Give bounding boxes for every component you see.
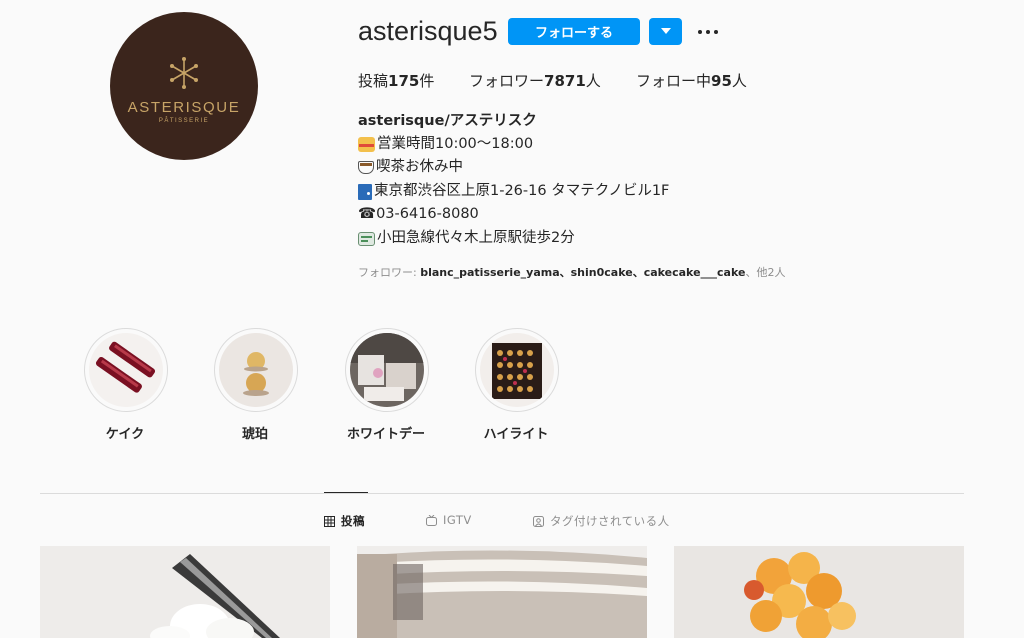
bio-phone-text[interactable]: 03-6416-8080 <box>376 203 479 227</box>
tabs-divider <box>40 493 964 494</box>
dot-icon <box>706 30 710 34</box>
posts-label: 投稿 <box>358 72 389 90</box>
avatar-subbrand-text: PÂTISSERIE <box>158 118 210 124</box>
tagged-user-icon <box>533 515 544 527</box>
tab-igtv[interactable]: IGTV <box>426 513 472 527</box>
posts-suffix: 件 <box>419 72 435 90</box>
profile-username: asterisque5 <box>358 16 498 46</box>
chevron-down-icon <box>661 28 671 34</box>
tab-tagged-label: タグ付けされている人 <box>550 514 670 528</box>
door-icon <box>358 183 372 200</box>
highlight-white-day-label[interactable]: ホワイトデー <box>326 423 446 442</box>
bio-line-access: 小田急線代々木上原駅徒歩2分 <box>358 227 575 251</box>
more-options-button[interactable] <box>696 18 720 45</box>
tab-igtv-label: IGTV <box>443 513 472 527</box>
post-thumbnail[interactable] <box>357 546 647 638</box>
bio-cafe-text: 喫茶お休み中 <box>376 159 463 175</box>
highlight-white-day-thumb <box>350 333 424 407</box>
tab-posts-label: 投稿 <box>341 514 365 528</box>
grid-icon <box>324 515 335 527</box>
coffee-cup-icon <box>358 161 374 175</box>
bio-line-hours: 営業時間10:00～18:00 <box>358 133 533 157</box>
suggestions-dropdown-button[interactable] <box>649 18 682 45</box>
followers-suffix: 人 <box>585 72 601 90</box>
highlight-highlight-thumb <box>480 333 554 407</box>
highlight-highlight[interactable] <box>475 328 559 412</box>
phone-icon: ☎ <box>358 206 377 222</box>
profile-avatar[interactable]: ASTERISQUE PÂTISSERIE <box>110 12 258 160</box>
bio-line-cafe: 喫茶お休み中 <box>358 156 463 180</box>
followers-label: フォロワー <box>469 72 545 90</box>
followers-count-stat[interactable]: フォロワー7871人 <box>469 70 601 91</box>
posts-count: 175 <box>388 72 420 90</box>
posts-count-stat: 投稿175件 <box>358 70 434 91</box>
avatar-brand-text: ASTERISQUE <box>127 99 241 116</box>
highlight-amber-label[interactable]: 琥珀 <box>195 423 315 442</box>
following-count-stat[interactable]: フォロー中95人 <box>636 70 747 91</box>
highlight-highlight-label[interactable]: ハイライト <box>456 423 576 442</box>
bio-line-phone: ☎ 03-6416-8080 <box>358 203 479 227</box>
post-thumbnail[interactable] <box>40 546 330 638</box>
dot-icon <box>698 30 702 34</box>
bio-hours-text: 営業時間10:00～18:00 <box>377 136 534 152</box>
highlight-cake-label[interactable]: ケイク <box>65 423 185 442</box>
active-tab-indicator <box>324 492 368 493</box>
post-thumbnail[interactable] <box>674 546 964 638</box>
follow-button[interactable]: フォローする <box>508 18 640 45</box>
bio-display-name: asterisque/アステリスク <box>358 113 537 129</box>
highlight-amber[interactable] <box>214 328 298 412</box>
highlight-cake-thumb <box>89 333 163 407</box>
followed-by-suffix: 、他2人 <box>745 266 786 279</box>
bio-line-address: 東京都渋谷区上原1-26-16 タマテクノビル1F <box>358 180 669 204</box>
highlight-cake[interactable] <box>84 328 168 412</box>
tv-icon <box>426 514 437 526</box>
highlight-white-day[interactable] <box>345 328 429 412</box>
bio-address-text: 東京都渋谷区上原1-26-16 タマテクノビル1F <box>374 183 670 199</box>
following-suffix: 人 <box>731 72 747 90</box>
tab-tagged[interactable]: タグ付けされている人 <box>533 513 670 529</box>
followers-count: 7871 <box>544 72 586 90</box>
following-count: 95 <box>711 72 732 90</box>
train-ticket-icon <box>358 231 375 246</box>
tab-posts[interactable]: 投稿 <box>324 513 365 529</box>
bio-access-text: 小田急線代々木上原駅徒歩2分 <box>377 230 575 246</box>
followed-by-label: フォロワー: <box>358 266 421 279</box>
cake-icon <box>358 137 375 153</box>
dot-icon <box>714 30 718 34</box>
asterisk-logo-icon <box>170 57 198 89</box>
highlight-amber-thumb <box>219 333 293 407</box>
followed-by[interactable]: フォロワー: blanc_patisserie_yama、shin0cake、c… <box>358 264 785 280</box>
following-label: フォロー中 <box>636 72 712 90</box>
followed-by-names: blanc_patisserie_yama、shin0cake、cakecake… <box>420 266 746 279</box>
